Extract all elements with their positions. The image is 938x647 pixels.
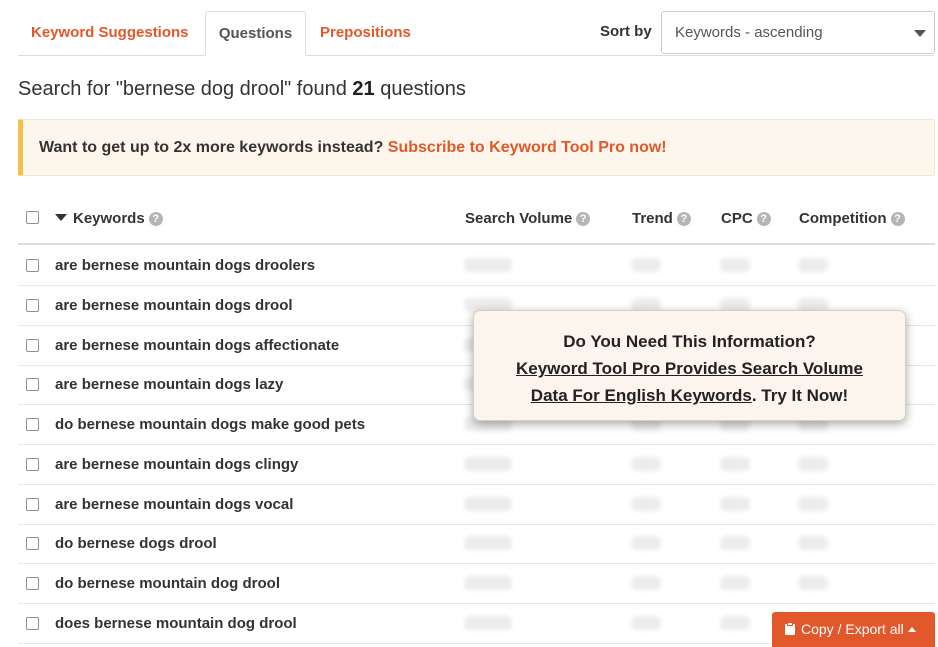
column-header-label: Keywords xyxy=(73,210,145,227)
search-volume-cell-blurred xyxy=(464,258,512,272)
competition-cell-blurred xyxy=(798,496,828,511)
competition-cell-blurred xyxy=(798,576,828,590)
column-header-label: Competition xyxy=(799,210,887,227)
column-header-search-volume[interactable]: Search Volume? xyxy=(465,210,591,227)
popup-link-line[interactable]: Keyword Tool Pro Provides Search Volume xyxy=(474,355,905,382)
tab-keyword-suggestions[interactable]: Keyword Suggestions xyxy=(31,11,189,56)
cpc-cell-blurred xyxy=(720,456,750,471)
column-header-keywords[interactable]: Keywords? xyxy=(55,210,163,227)
column-header-label: Trend xyxy=(632,210,673,227)
sort-select-value: Keywords - ascending xyxy=(675,24,823,41)
competition-cell-blurred xyxy=(798,456,828,471)
keyword-cell[interactable]: are bernese mountain dogs lazy xyxy=(55,376,283,393)
tab-questions[interactable]: Questions xyxy=(205,11,306,56)
competition-cell-blurred xyxy=(798,536,828,551)
chevron-down-icon xyxy=(914,30,926,37)
results-count: 21 xyxy=(352,78,375,100)
column-header-competition[interactable]: Competition? xyxy=(799,210,905,227)
search-volume-cell-blurred xyxy=(464,496,512,511)
column-header-trend[interactable]: Trend? xyxy=(632,210,691,227)
upgrade-alert: Want to get up to 2x more keywords inste… xyxy=(18,119,935,176)
table-row: are bernese mountain dogs vocal xyxy=(18,485,935,525)
popup-link[interactable]: Data For English Keywords xyxy=(531,386,752,405)
question-circle-icon[interactable]: ? xyxy=(576,212,591,226)
table-row: are bernese mountain dogs clingy xyxy=(18,445,935,485)
results-summary: Search for "bernese dog drool" found 21 … xyxy=(18,78,466,101)
row-checkbox[interactable] xyxy=(26,298,39,312)
cpc-cell-blurred xyxy=(720,496,750,511)
row-checkbox[interactable] xyxy=(26,616,39,630)
trend-cell-blurred xyxy=(631,258,661,272)
row-checkbox[interactable] xyxy=(26,338,39,352)
search-volume-cell-blurred xyxy=(464,576,512,590)
column-header-label: Search Volume xyxy=(465,210,573,227)
cpc-cell-blurred xyxy=(720,258,750,272)
search-volume-cell-blurred xyxy=(464,536,512,551)
row-checkbox[interactable] xyxy=(26,577,39,590)
question-circle-icon[interactable]: ? xyxy=(148,212,163,226)
sort-by-label: Sort by xyxy=(600,23,652,40)
trend-cell-blurred xyxy=(631,576,661,590)
export-label: Copy / Export all xyxy=(801,621,904,637)
cpc-cell-blurred xyxy=(720,536,750,551)
question-circle-icon[interactable]: ? xyxy=(676,212,691,226)
table-row: do bernese dogs drool xyxy=(18,524,935,565)
column-header-cpc[interactable]: CPC? xyxy=(721,210,771,227)
keyword-cell[interactable]: are bernese mountain dogs drool xyxy=(55,297,293,314)
search-volume-cell-blurred xyxy=(464,615,512,630)
results-suffix: questions xyxy=(380,78,466,100)
keyword-cell[interactable]: are bernese mountain dogs clingy xyxy=(55,456,298,473)
trend-cell-blurred xyxy=(631,615,661,630)
select-all-checkbox[interactable] xyxy=(26,211,39,224)
table-header: Keywords? Search Volume? Trend? CPC? Com… xyxy=(18,196,935,245)
results-prefix: Search for "bernese dog drool" found xyxy=(18,78,347,100)
keyword-cell[interactable]: do bernese mountain dogs make good pets xyxy=(55,416,365,433)
question-circle-icon[interactable]: ? xyxy=(890,212,905,226)
row-checkbox[interactable] xyxy=(26,378,39,392)
trend-cell-blurred xyxy=(631,536,661,551)
copy-export-all-button[interactable]: Copy / Export all xyxy=(772,612,935,647)
keyword-cell[interactable]: are bernese mountain dogs droolers xyxy=(55,257,315,274)
row-checkbox[interactable] xyxy=(26,259,39,272)
popup-heading: Do You Need This Information? xyxy=(563,332,816,351)
trend-cell-blurred xyxy=(631,456,661,471)
caret-down-icon xyxy=(55,214,67,221)
upgrade-alert-text: Want to get up to 2x more keywords inste… xyxy=(39,139,384,156)
upgrade-popup: Do You Need This Information? Keyword To… xyxy=(473,310,906,421)
row-checkbox[interactable] xyxy=(26,457,39,471)
cpc-cell-blurred xyxy=(720,615,750,630)
trend-cell-blurred xyxy=(631,496,661,511)
cpc-cell-blurred xyxy=(720,576,750,590)
sort-select[interactable]: Keywords - ascending xyxy=(661,11,935,54)
tab-prepositions[interactable]: Prepositions xyxy=(320,11,411,56)
table-row: do bernese mountain dog drool xyxy=(18,564,935,604)
column-header-label: CPC xyxy=(721,210,753,227)
caret-up-icon xyxy=(907,627,916,632)
keyword-cell[interactable]: are bernese mountain dogs affectionate xyxy=(55,337,339,354)
row-checkbox[interactable] xyxy=(26,537,39,551)
row-checkbox[interactable] xyxy=(26,418,39,431)
keyword-cell[interactable]: do bernese mountain dog drool xyxy=(55,575,280,592)
keyword-cell[interactable]: does bernese mountain dog drool xyxy=(55,615,297,632)
popup-cta-line: Data For English Keywords. Try It Now! xyxy=(474,382,905,409)
popup-cta-tail: . Try It Now! xyxy=(751,386,849,405)
subscribe-link[interactable]: Subscribe to Keyword Tool Pro now! xyxy=(388,139,667,156)
row-checkbox[interactable] xyxy=(26,497,39,511)
search-volume-cell-blurred xyxy=(464,456,512,471)
table-row: are bernese mountain dogs droolers xyxy=(18,246,935,286)
keyword-cell[interactable]: are bernese mountain dogs vocal xyxy=(55,496,293,513)
clipboard-icon xyxy=(785,622,795,635)
question-circle-icon[interactable]: ? xyxy=(756,212,771,226)
competition-cell-blurred xyxy=(798,258,828,272)
keyword-cell[interactable]: do bernese dogs drool xyxy=(55,535,217,552)
